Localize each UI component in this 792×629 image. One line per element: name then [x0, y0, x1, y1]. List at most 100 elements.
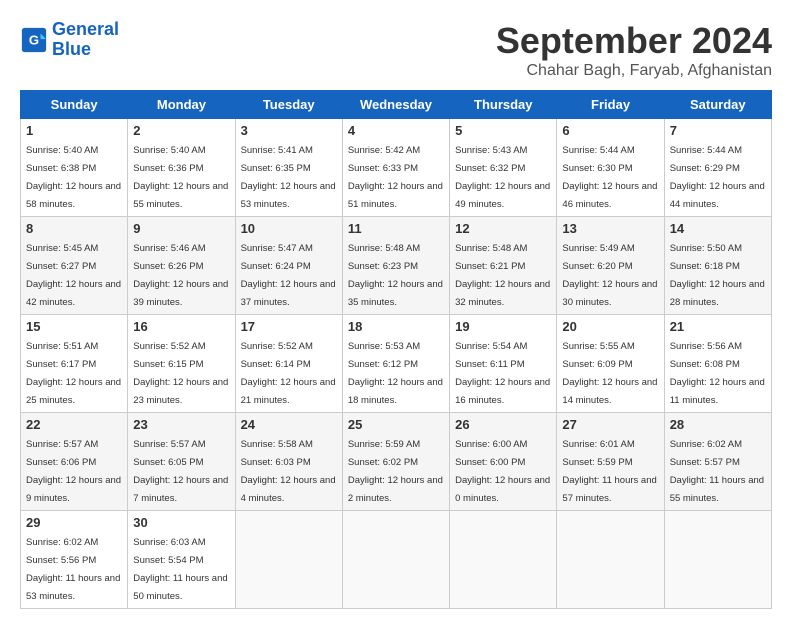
day-number: 13 [562, 221, 658, 236]
day-info: Sunrise: 5:51 AMSunset: 6:17 PMDaylight:… [26, 341, 121, 406]
calendar-row-1: 8 Sunrise: 5:45 AMSunset: 6:27 PMDayligh… [21, 217, 772, 315]
day-number: 18 [348, 319, 444, 334]
calendar-cell: 2 Sunrise: 5:40 AMSunset: 6:36 PMDayligh… [128, 119, 235, 217]
calendar-cell: 10 Sunrise: 5:47 AMSunset: 6:24 PMDaylig… [235, 217, 342, 315]
day-info: Sunrise: 5:48 AMSunset: 6:23 PMDaylight:… [348, 243, 443, 308]
day-info: Sunrise: 6:02 AMSunset: 5:56 PMDaylight:… [26, 537, 120, 602]
day-info: Sunrise: 5:59 AMSunset: 6:02 PMDaylight:… [348, 439, 443, 504]
calendar-cell: 9 Sunrise: 5:46 AMSunset: 6:26 PMDayligh… [128, 217, 235, 315]
calendar-cell: 28 Sunrise: 6:02 AMSunset: 5:57 PMDaylig… [664, 413, 771, 511]
calendar-cell: 1 Sunrise: 5:40 AMSunset: 6:38 PMDayligh… [21, 119, 128, 217]
calendar-cell [557, 511, 664, 609]
col-wednesday: Wednesday [342, 91, 449, 119]
day-number: 4 [348, 123, 444, 138]
day-info: Sunrise: 5:57 AMSunset: 6:06 PMDaylight:… [26, 439, 121, 504]
day-number: 28 [670, 417, 766, 432]
calendar-row-0: 1 Sunrise: 5:40 AMSunset: 6:38 PMDayligh… [21, 119, 772, 217]
calendar-cell: 19 Sunrise: 5:54 AMSunset: 6:11 PMDaylig… [450, 315, 557, 413]
day-number: 21 [670, 319, 766, 334]
day-number: 23 [133, 417, 229, 432]
day-info: Sunrise: 5:44 AMSunset: 6:30 PMDaylight:… [562, 145, 657, 210]
logo-line2: Blue [52, 39, 91, 59]
day-number: 29 [26, 515, 122, 530]
calendar-cell: 30 Sunrise: 6:03 AMSunset: 5:54 PMDaylig… [128, 511, 235, 609]
day-number: 20 [562, 319, 658, 334]
title-block: September 2024 Chahar Bagh, Faryab, Afgh… [496, 20, 772, 80]
day-number: 8 [26, 221, 122, 236]
day-info: Sunrise: 5:53 AMSunset: 6:12 PMDaylight:… [348, 341, 443, 406]
day-number: 16 [133, 319, 229, 334]
col-friday: Friday [557, 91, 664, 119]
logo-icon: G [20, 26, 48, 54]
col-thursday: Thursday [450, 91, 557, 119]
day-number: 2 [133, 123, 229, 138]
day-number: 5 [455, 123, 551, 138]
calendar-cell: 23 Sunrise: 5:57 AMSunset: 6:05 PMDaylig… [128, 413, 235, 511]
calendar-cell [342, 511, 449, 609]
calendar-table: Sunday Monday Tuesday Wednesday Thursday… [20, 90, 772, 609]
calendar-header-row: Sunday Monday Tuesday Wednesday Thursday… [21, 91, 772, 119]
day-info: Sunrise: 5:58 AMSunset: 6:03 PMDaylight:… [241, 439, 336, 504]
day-number: 7 [670, 123, 766, 138]
calendar-cell: 8 Sunrise: 5:45 AMSunset: 6:27 PMDayligh… [21, 217, 128, 315]
calendar-cell: 3 Sunrise: 5:41 AMSunset: 6:35 PMDayligh… [235, 119, 342, 217]
calendar-cell: 4 Sunrise: 5:42 AMSunset: 6:33 PMDayligh… [342, 119, 449, 217]
page-header: G General Blue September 2024 Chahar Bag… [20, 20, 772, 80]
day-info: Sunrise: 5:52 AMSunset: 6:14 PMDaylight:… [241, 341, 336, 406]
calendar-cell: 17 Sunrise: 5:52 AMSunset: 6:14 PMDaylig… [235, 315, 342, 413]
day-number: 10 [241, 221, 337, 236]
location-title: Chahar Bagh, Faryab, Afghanistan [496, 62, 772, 80]
calendar-cell: 16 Sunrise: 5:52 AMSunset: 6:15 PMDaylig… [128, 315, 235, 413]
day-info: Sunrise: 5:41 AMSunset: 6:35 PMDaylight:… [241, 145, 336, 210]
day-info: Sunrise: 5:47 AMSunset: 6:24 PMDaylight:… [241, 243, 336, 308]
day-number: 27 [562, 417, 658, 432]
day-info: Sunrise: 5:40 AMSunset: 6:38 PMDaylight:… [26, 145, 121, 210]
calendar-cell: 26 Sunrise: 6:00 AMSunset: 6:00 PMDaylig… [450, 413, 557, 511]
day-number: 12 [455, 221, 551, 236]
svg-text:G: G [29, 32, 39, 47]
day-number: 11 [348, 221, 444, 236]
day-info: Sunrise: 5:40 AMSunset: 6:36 PMDaylight:… [133, 145, 228, 210]
calendar-cell: 12 Sunrise: 5:48 AMSunset: 6:21 PMDaylig… [450, 217, 557, 315]
calendar-cell: 14 Sunrise: 5:50 AMSunset: 6:18 PMDaylig… [664, 217, 771, 315]
day-info: Sunrise: 5:57 AMSunset: 6:05 PMDaylight:… [133, 439, 228, 504]
day-number: 22 [26, 417, 122, 432]
day-info: Sunrise: 6:02 AMSunset: 5:57 PMDaylight:… [670, 439, 764, 504]
calendar-cell [664, 511, 771, 609]
calendar-cell: 20 Sunrise: 5:55 AMSunset: 6:09 PMDaylig… [557, 315, 664, 413]
day-info: Sunrise: 6:01 AMSunset: 5:59 PMDaylight:… [562, 439, 656, 504]
logo: G General Blue [20, 20, 119, 60]
day-info: Sunrise: 5:55 AMSunset: 6:09 PMDaylight:… [562, 341, 657, 406]
day-info: Sunrise: 5:45 AMSunset: 6:27 PMDaylight:… [26, 243, 121, 308]
calendar-cell: 29 Sunrise: 6:02 AMSunset: 5:56 PMDaylig… [21, 511, 128, 609]
calendar-cell: 5 Sunrise: 5:43 AMSunset: 6:32 PMDayligh… [450, 119, 557, 217]
day-number: 1 [26, 123, 122, 138]
calendar-cell: 7 Sunrise: 5:44 AMSunset: 6:29 PMDayligh… [664, 119, 771, 217]
day-info: Sunrise: 5:44 AMSunset: 6:29 PMDaylight:… [670, 145, 765, 210]
day-info: Sunrise: 6:00 AMSunset: 6:00 PMDaylight:… [455, 439, 550, 504]
day-info: Sunrise: 5:49 AMSunset: 6:20 PMDaylight:… [562, 243, 657, 308]
calendar-cell: 18 Sunrise: 5:53 AMSunset: 6:12 PMDaylig… [342, 315, 449, 413]
day-number: 17 [241, 319, 337, 334]
calendar-row-2: 15 Sunrise: 5:51 AMSunset: 6:17 PMDaylig… [21, 315, 772, 413]
day-number: 30 [133, 515, 229, 530]
calendar-cell: 11 Sunrise: 5:48 AMSunset: 6:23 PMDaylig… [342, 217, 449, 315]
logo-text: General Blue [52, 20, 119, 60]
day-info: Sunrise: 5:46 AMSunset: 6:26 PMDaylight:… [133, 243, 228, 308]
col-tuesday: Tuesday [235, 91, 342, 119]
day-info: Sunrise: 5:43 AMSunset: 6:32 PMDaylight:… [455, 145, 550, 210]
day-number: 6 [562, 123, 658, 138]
day-info: Sunrise: 5:48 AMSunset: 6:21 PMDaylight:… [455, 243, 550, 308]
day-number: 26 [455, 417, 551, 432]
logo-line1: General [52, 19, 119, 39]
day-info: Sunrise: 5:54 AMSunset: 6:11 PMDaylight:… [455, 341, 550, 406]
day-number: 14 [670, 221, 766, 236]
month-title: September 2024 [496, 20, 772, 62]
day-number: 3 [241, 123, 337, 138]
calendar-cell: 22 Sunrise: 5:57 AMSunset: 6:06 PMDaylig… [21, 413, 128, 511]
calendar-cell: 24 Sunrise: 5:58 AMSunset: 6:03 PMDaylig… [235, 413, 342, 511]
day-info: Sunrise: 5:42 AMSunset: 6:33 PMDaylight:… [348, 145, 443, 210]
calendar-cell: 27 Sunrise: 6:01 AMSunset: 5:59 PMDaylig… [557, 413, 664, 511]
calendar-cell: 21 Sunrise: 5:56 AMSunset: 6:08 PMDaylig… [664, 315, 771, 413]
calendar-cell [235, 511, 342, 609]
